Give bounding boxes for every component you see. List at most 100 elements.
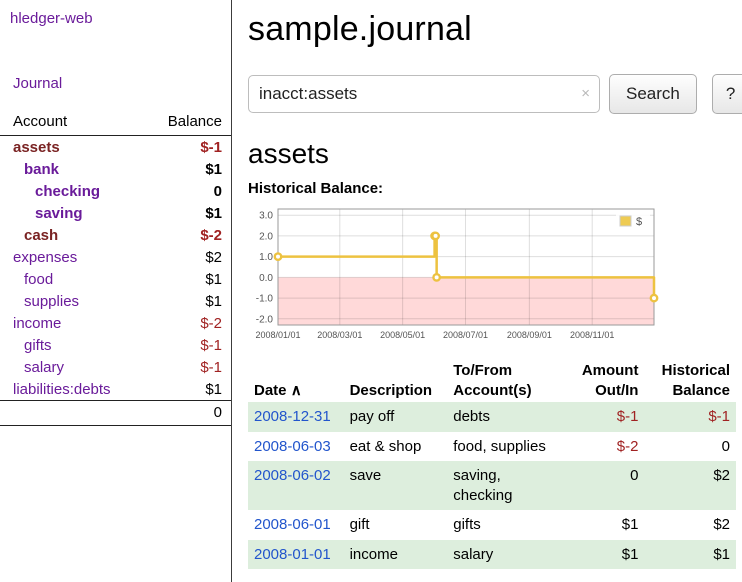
account-row: salary$-1 <box>0 356 231 378</box>
transaction-accounts: saving, checking <box>447 461 557 510</box>
y-tick-label: -1.0 <box>256 294 274 305</box>
transaction-date-link[interactable]: 2008-01-01 <box>254 546 331 563</box>
accounts-total-value: 0 <box>141 401 231 426</box>
sidebar-account-balance: $1 <box>141 290 231 312</box>
register-header-accounts: To/From Account(s) <box>447 359 557 402</box>
transaction-date-link[interactable]: 2008-06-01 <box>254 516 331 533</box>
search-input[interactable] <box>248 75 600 113</box>
sidebar-account-salary[interactable]: salary <box>24 359 64 376</box>
account-row: liabilities:debts$1 <box>0 378 231 401</box>
transaction-amount: $1 <box>557 510 644 540</box>
legend-swatch <box>620 216 631 226</box>
transaction-balance: $2 <box>644 461 736 510</box>
register-header-description: Description <box>344 359 448 402</box>
register-header-date[interactable]: Date ∧ <box>248 359 344 402</box>
accounts-header-balance: Balance <box>141 110 231 136</box>
search-bar: × Search ? <box>248 74 742 114</box>
sidebar-account-balance: $-2 <box>141 224 231 246</box>
x-tick-label: 2008/03/01 <box>317 330 362 340</box>
transaction-amount: $-2 <box>557 432 644 462</box>
transaction-accounts: food, supplies <box>447 432 557 462</box>
x-tick-label: 2008/09/01 <box>507 330 552 340</box>
account-name-cell: bank <box>0 158 141 180</box>
transaction-balance: $1 <box>644 540 736 570</box>
help-button[interactable]: ? <box>712 74 742 114</box>
account-name-cell: salary <box>0 356 141 378</box>
sidebar-account-balance: $2 <box>141 246 231 268</box>
register-row: 2008-01-01incomesalary$1$1 <box>248 540 736 570</box>
register-row: 2008-12-31pay offdebts$-1$-1 <box>248 402 736 432</box>
page-title: sample.journal <box>248 10 742 49</box>
transaction-date-link[interactable]: 2008-12-31 <box>254 408 331 425</box>
clear-search-icon[interactable]: × <box>581 85 590 102</box>
sort-asc-icon: ∧ <box>291 382 302 399</box>
register-body: 2008-12-31pay offdebts$-1$-12008-06-03ea… <box>248 402 736 569</box>
transaction-accounts: debts <box>447 402 557 432</box>
y-tick-label: 1.0 <box>259 252 273 263</box>
account-row: food $1 <box>0 268 231 290</box>
transaction-description: eat & shop <box>344 432 448 462</box>
transaction-description: income <box>344 540 448 570</box>
data-point-marker <box>275 253 281 259</box>
y-tick-label: 0.0 <box>259 273 273 284</box>
transaction-balance: 0 <box>644 432 736 462</box>
sidebar-account-cash[interactable]: cash <box>24 227 58 244</box>
sidebar-account-balance: $1 <box>141 268 231 290</box>
register-header-row: Date ∧ Description To/From Account(s) Am… <box>248 359 736 402</box>
sidebar-item-journal[interactable]: Journal <box>13 75 231 92</box>
account-name-cell: food <box>0 268 141 290</box>
account-row: income $-2 <box>0 312 231 334</box>
sidebar-account-checking[interactable]: checking <box>35 183 100 200</box>
register-table: Date ∧ Description To/From Account(s) Am… <box>248 359 736 569</box>
transaction-date-link[interactable]: 2008-06-02 <box>254 467 331 484</box>
sidebar-account-income[interactable]: income <box>13 315 61 332</box>
accounts-header-account: Account <box>0 110 141 136</box>
account-row: cash $-2 <box>0 224 231 246</box>
accounts-total-spacer <box>0 401 141 426</box>
register-row: 2008-06-02savesaving, checking0$2 <box>248 461 736 510</box>
data-point-marker <box>432 233 438 239</box>
account-name-cell: income <box>0 312 141 334</box>
transaction-amount: $1 <box>557 540 644 570</box>
x-tick-label: 2008/07/01 <box>443 330 488 340</box>
y-tick-label: 2.0 <box>259 231 273 242</box>
account-name-cell: gifts <box>0 334 141 356</box>
data-point-marker <box>433 274 439 280</box>
chart-negative-region <box>278 277 654 325</box>
y-tick-label: -2.0 <box>256 314 274 325</box>
sidebar-account-balance: $-2 <box>141 312 231 334</box>
sidebar-account-assets[interactable]: assets <box>13 139 60 156</box>
account-name-cell: liabilities:debts <box>0 378 141 401</box>
account-name-cell: expenses <box>0 246 141 268</box>
sidebar-account-gifts[interactable]: gifts <box>24 337 52 354</box>
x-tick-label: 2008/05/01 <box>380 330 425 340</box>
transaction-balance: $2 <box>644 510 736 540</box>
sidebar-account-bank[interactable]: bank <box>24 161 59 178</box>
account-row: assets$-1 <box>0 136 231 159</box>
account-row: expenses $2 <box>0 246 231 268</box>
accounts-body: assets$-1bank$1checking0saving$1cash$-2e… <box>0 136 231 401</box>
sidebar-account-food[interactable]: food <box>24 271 53 288</box>
accounts-table: Account Balance assets$-1bank$1checking0… <box>0 110 231 426</box>
accounts-total-row: 0 <box>0 401 231 426</box>
transaction-accounts: gifts <box>447 510 557 540</box>
sidebar-account-liabilities-debts[interactable]: liabilities:debts <box>13 381 111 398</box>
transaction-date-cell: 2008-06-02 <box>248 461 344 510</box>
transaction-accounts: salary <box>447 540 557 570</box>
account-name-cell: supplies <box>0 290 141 312</box>
sidebar-account-supplies[interactable]: supplies <box>24 293 79 310</box>
app-title-link[interactable]: hledger-web <box>10 10 231 27</box>
account-row: bank$1 <box>0 158 231 180</box>
search-button[interactable]: Search <box>609 74 697 114</box>
data-point-marker <box>651 295 657 301</box>
sidebar: hledger-web Journal Account Balance asse… <box>0 0 232 582</box>
sidebar-account-expenses[interactable]: expenses <box>13 249 77 266</box>
account-row: saving$1 <box>0 202 231 224</box>
transaction-amount: 0 <box>557 461 644 510</box>
x-tick-label: 2008/01/01 <box>255 330 300 340</box>
sidebar-account-saving[interactable]: saving <box>35 205 83 222</box>
account-row: supplies $1 <box>0 290 231 312</box>
transaction-description: pay off <box>344 402 448 432</box>
transaction-date-link[interactable]: 2008-06-03 <box>254 438 331 455</box>
account-row: gifts$-1 <box>0 334 231 356</box>
